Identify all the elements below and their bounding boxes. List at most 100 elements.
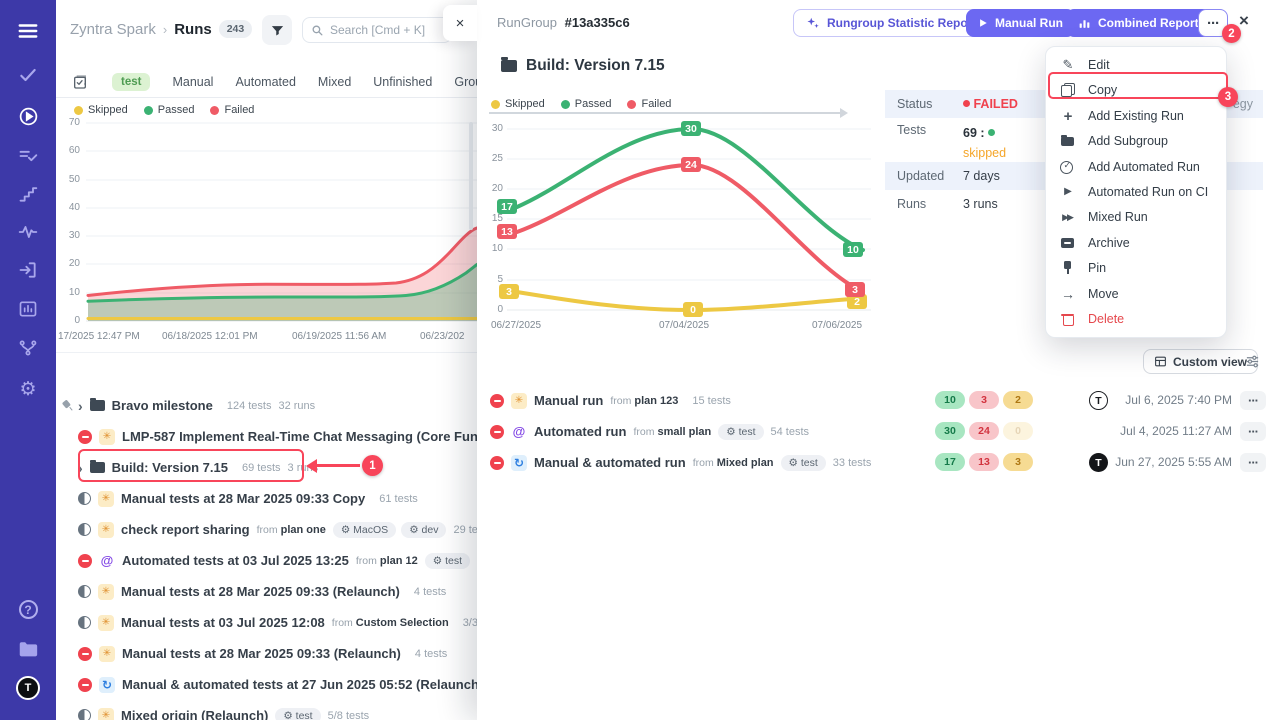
legend-dot: [144, 106, 153, 115]
search-icon: [311, 24, 324, 37]
annotation-highlight-box-1: [78, 449, 304, 482]
list-item[interactable]: Bravo milestone 124 tests 32 runs: [56, 390, 477, 421]
app-sidebar-rail: ⚙ ? T: [0, 0, 56, 720]
list-item[interactable]: Manual tests at 28 Mar 2025 09:33 (Relau…: [56, 638, 477, 669]
runs-area-chart: [56, 118, 477, 348]
filter-button[interactable]: [262, 15, 292, 45]
legend-item: Passed: [144, 104, 195, 116]
row-more-button[interactable]: ···: [1240, 453, 1266, 472]
list-item[interactable]: Manual tests at 28 Mar 2025 09:33 Copy 6…: [56, 483, 477, 514]
tab-select-all-icon[interactable]: [72, 74, 88, 90]
passed-pill: 17: [935, 453, 965, 471]
run-type-icon: [511, 424, 527, 440]
run-timestamp: Jun 27, 2025 5:55 AM: [1115, 455, 1232, 469]
folder-icon[interactable]: [0, 638, 56, 660]
sliders-icon[interactable]: [1245, 354, 1260, 369]
menu-item[interactable]: Move: [1046, 281, 1226, 306]
menu-item[interactable]: Add Subgroup: [1046, 128, 1226, 153]
run-type-icon: [90, 400, 105, 411]
combined-report-button[interactable]: Combined Report: [1066, 9, 1211, 37]
tab[interactable]: Manual: [172, 75, 213, 89]
run-row[interactable]: Manual & automated run fromMixed plan ⚙ …: [477, 447, 1280, 478]
tests-count: 33 tests: [833, 457, 872, 469]
tab[interactable]: Mixed: [318, 75, 351, 89]
drawer-close-tab[interactable]: ×: [443, 5, 477, 41]
menu-item-icon: [1060, 184, 1076, 200]
search-box[interactable]: [302, 17, 452, 43]
menu-item[interactable]: Mixed Run: [1046, 205, 1226, 230]
scrollbar[interactable]: [469, 122, 473, 230]
manual-run-button[interactable]: Manual Run: [966, 9, 1075, 37]
tag-pill: ⚙ MacOS: [333, 522, 396, 538]
menu-item[interactable]: Archive: [1046, 230, 1226, 255]
menu-item-label: Mixed Run: [1088, 210, 1148, 224]
run-title: Manual tests at 03 Jul 2025 12:08: [121, 615, 325, 630]
menu-item[interactable]: Automated Run on CI: [1046, 179, 1226, 204]
tab[interactable]: Automated: [235, 75, 295, 89]
list-item[interactable]: Manual tests at 28 Mar 2025 09:33 (Relau…: [56, 576, 477, 607]
chevron-right-icon[interactable]: [78, 399, 83, 413]
row-more-button[interactable]: ···: [1240, 422, 1266, 441]
skipped-pill: 0: [1003, 422, 1033, 440]
list-item[interactable]: Automated tests at 03 Jul 2025 13:25 fro…: [56, 545, 477, 576]
run-row[interactable]: Automated run fromsmall plan ⚙ test 54 t…: [477, 416, 1280, 447]
check-icon[interactable]: [0, 65, 56, 85]
run-type-icon: [98, 522, 114, 538]
tag-pill: ⚙ dev: [401, 522, 446, 538]
data-label-skipped: 3: [499, 284, 519, 299]
tests-count: 3/3 tests: [463, 617, 477, 629]
from-plan: fromplan 12: [356, 555, 418, 567]
checklist-icon[interactable]: [0, 146, 56, 166]
run-timestamp: Jul 4, 2025 11:27 AM: [1120, 424, 1232, 438]
steps-icon[interactable]: [0, 184, 56, 204]
run-type-icon: [98, 708, 114, 720]
status-icon: [78, 430, 92, 444]
list-item[interactable]: Manual tests at 03 Jul 2025 12:08 fromCu…: [56, 607, 477, 638]
menu-item-icon: [1060, 108, 1076, 124]
legend-dot: [74, 106, 83, 115]
help-icon[interactable]: ?: [0, 600, 56, 619]
brand-name[interactable]: Zyntra Spark: [70, 21, 156, 38]
status-icon: [78, 523, 91, 536]
tab[interactable]: Groups: [454, 75, 477, 89]
group-heading: Build: Version 7.15: [501, 57, 665, 75]
list-item[interactable]: check report sharing fromplan one ⚙ MacO…: [56, 514, 477, 545]
run-groups-list: Bravo milestone 124 tests 32 runs LMP-58…: [56, 390, 477, 720]
search-input[interactable]: [330, 23, 442, 37]
menu-item[interactable]: Delete: [1046, 307, 1226, 332]
y-tick: 10: [58, 287, 80, 298]
custom-view-button[interactable]: Custom view: [1143, 349, 1258, 374]
avatar[interactable]: T: [0, 676, 56, 700]
from-plan: fromsmall plan: [633, 426, 711, 438]
menu-item-label: Pin: [1088, 261, 1106, 275]
menu-icon[interactable]: [0, 20, 56, 42]
list-item[interactable]: Mixed origin (Relaunch) ⚙ test 5/8 tests: [56, 700, 477, 720]
menu-item-label: Add Existing Run: [1088, 109, 1184, 123]
failed-pill: 13: [969, 453, 999, 471]
run-type-icon: [98, 584, 114, 600]
menu-item-label: Automated Run on CI: [1088, 185, 1208, 199]
menu-item[interactable]: Add Existing Run: [1046, 103, 1226, 128]
activity-icon[interactable]: [0, 222, 56, 242]
play-circle-icon[interactable]: [0, 106, 56, 127]
tab[interactable]: Unfinished: [373, 75, 432, 89]
y-tick: 60: [58, 145, 80, 156]
list-item[interactable]: LMP-587 Implement Real-Time Chat Messagi…: [56, 421, 477, 452]
tag-filter-badge[interactable]: test: [112, 73, 150, 91]
gear-icon[interactable]: ⚙: [0, 378, 56, 401]
branch-icon[interactable]: [0, 338, 56, 358]
run-row[interactable]: Manual run fromplan 123 15 tests 10 3 2 …: [477, 385, 1280, 416]
list-item[interactable]: Manual & automated tests at 27 Jun 2025 …: [56, 669, 477, 700]
menu-item[interactable]: Add Automated Run: [1046, 154, 1226, 179]
avatar: T: [1089, 391, 1108, 410]
sign-in-icon[interactable]: [0, 260, 56, 280]
rungroup-statistic-report-button[interactable]: Rungroup Statistic Report: [793, 9, 989, 37]
bar-chart-icon[interactable]: [0, 299, 56, 319]
y-tick: 70: [58, 117, 80, 128]
run-title: Manual tests at 28 Mar 2025 09:33 Copy: [121, 491, 365, 506]
row-more-button[interactable]: ···: [1240, 391, 1266, 410]
rungroup-drawer: × RunGroup #13a335c6 Rungroup Statistic …: [477, 0, 1280, 720]
menu-item[interactable]: Pin: [1046, 256, 1226, 281]
drawer-close-button[interactable]: ×: [1239, 11, 1249, 31]
data-label-failed: 13: [497, 224, 517, 239]
